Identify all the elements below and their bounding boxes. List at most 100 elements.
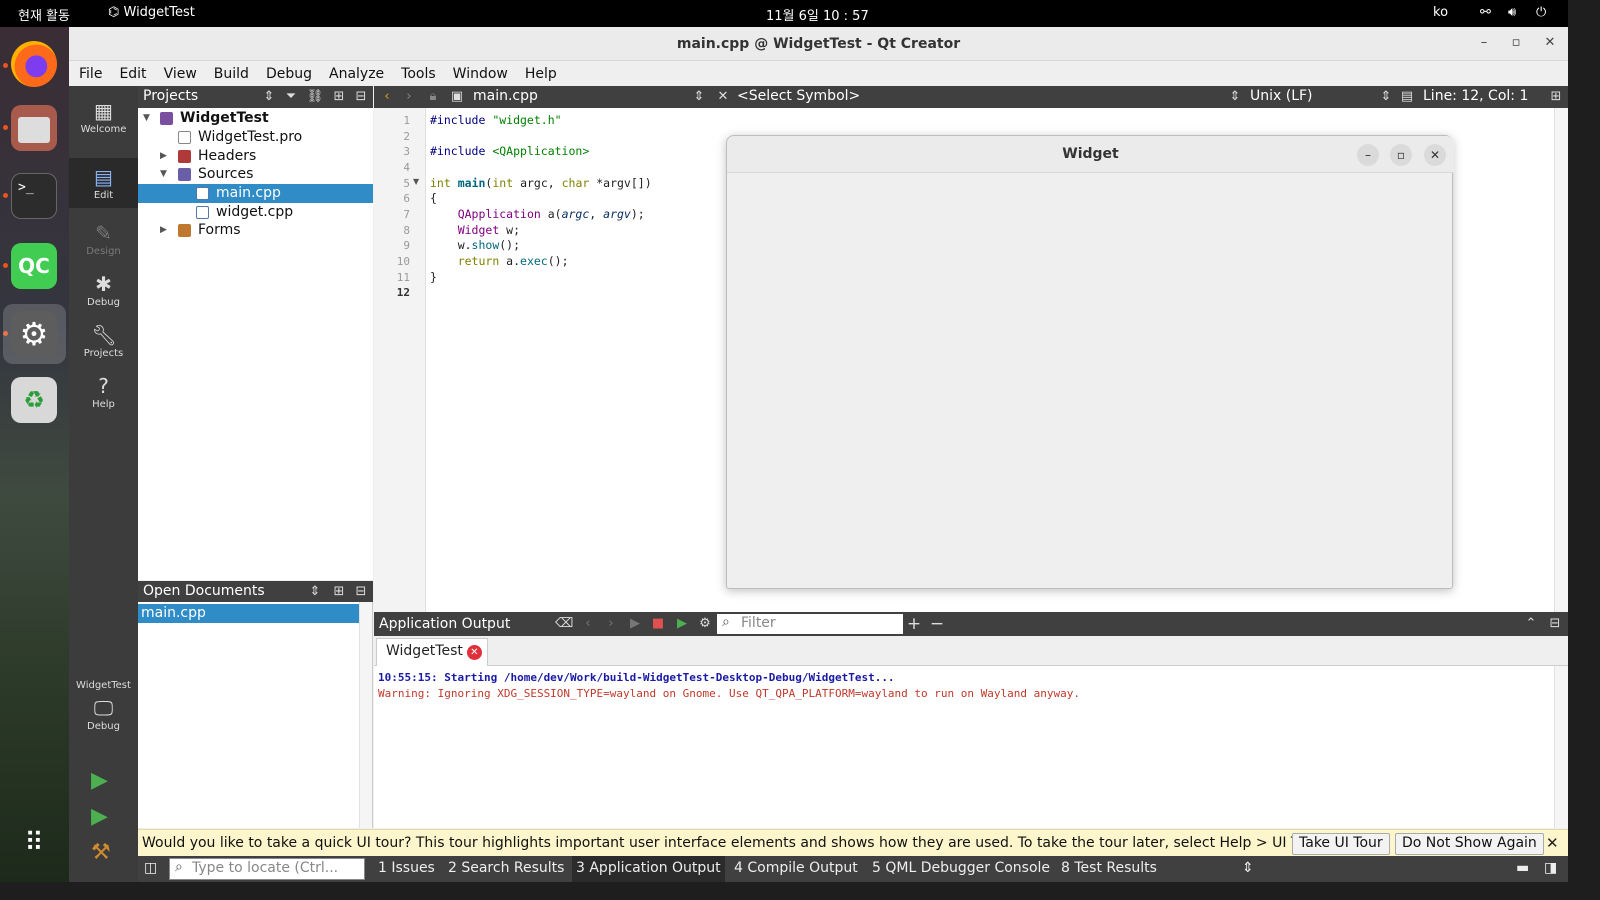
tree-item-sources[interactable]: ▼ Sources <box>138 165 373 184</box>
menu-help[interactable]: Help <box>515 62 564 82</box>
close-button[interactable]: ✕ <box>1541 35 1559 53</box>
toggle-right-sidebar-icon[interactable]: ◨ <box>1544 860 1557 876</box>
settings-icon[interactable]: ⚙ <box>696 615 714 633</box>
mode-welcome[interactable]: ▦ Welcome <box>69 92 138 142</box>
qt-creator-icon[interactable]: QC <box>11 243 57 289</box>
locator-input[interactable]: ⌕ Type to locate (Ctrl... <box>169 858 365 880</box>
restore-button[interactable]: ▫ <box>1507 35 1525 53</box>
tree-item-pro-file[interactable]: WidgetTest.pro <box>138 128 373 147</box>
split-editor-icon[interactable]: ⊞ <box>1547 88 1565 106</box>
menu-tools[interactable]: Tools <box>391 62 443 82</box>
editor-scrollbar[interactable] <box>1554 108 1568 613</box>
take-ui-tour-button[interactable]: Take UI Tour <box>1292 833 1390 855</box>
collapse-arrow-icon[interactable]: ▼ <box>160 165 170 184</box>
more-panes-icon[interactable]: ⇕ <box>1242 860 1254 876</box>
power-icon[interactable]: ⏻ <box>1536 5 1546 20</box>
zoom-in-icon[interactable]: + <box>905 615 923 633</box>
updown-icon[interactable]: ⇕ <box>1226 88 1244 106</box>
menu-edit[interactable]: Edit <box>109 62 153 82</box>
toggle-sidebar-icon[interactable]: ◫ <box>144 860 157 876</box>
show-apps-icon[interactable]: ⠿ <box>16 825 52 861</box>
output-text[interactable]: 10:55:15: Starting /home/dev/Work/build-… <box>374 666 1568 828</box>
symbol-selector[interactable]: <Select Symbol> <box>737 88 860 104</box>
mode-projects[interactable]: 🔧︎ Projects <box>69 316 138 366</box>
input-language[interactable]: ko <box>1433 5 1448 20</box>
maximize-pane-icon[interactable]: ⌃ <box>1522 615 1540 633</box>
tree-item-main-cpp[interactable]: main.cpp <box>138 184 373 203</box>
menu-debug[interactable]: Debug <box>256 62 319 82</box>
cursor-position[interactable]: Line: 12, Col: 1 <box>1423 88 1528 104</box>
updown-icon[interactable]: ⇕ <box>260 88 278 106</box>
mode-edit[interactable]: ▤ Edit <box>69 158 138 208</box>
files-icon[interactable] <box>11 105 57 151</box>
expand-arrow-icon[interactable]: ▶ <box>160 221 170 240</box>
volume-icon[interactable]: 🔊︎ <box>1508 5 1516 20</box>
document-selector[interactable]: main.cpp <box>473 88 538 104</box>
mode-help[interactable]: ? Help <box>69 367 138 417</box>
do-not-show-again-button[interactable]: Do Not Show Again <box>1395 833 1544 855</box>
close-document-icon[interactable]: ✕ <box>714 88 732 106</box>
close-tab-icon[interactable]: ✕ <box>466 645 482 660</box>
split-icon[interactable]: ⊞ <box>330 583 348 601</box>
settings-gear-icon[interactable]: ⚙ <box>11 311 57 357</box>
pane-issues[interactable]: 1 Issues <box>378 860 435 876</box>
tree-item-headers[interactable]: ▶ Headers <box>138 147 373 166</box>
open-documents-scrollbar[interactable] <box>359 602 372 828</box>
back-arrow-icon[interactable]: ‹ <box>378 88 396 106</box>
menu-view[interactable]: View <box>154 62 204 82</box>
pane-application-output[interactable]: 3 Application Output <box>572 856 725 882</box>
projects-pane-title[interactable]: Projects <box>143 88 198 104</box>
rerun-icon[interactable]: ▶ <box>626 615 644 633</box>
updown-icon[interactable]: ⇕ <box>1377 88 1395 106</box>
close-pane-icon[interactable]: ⊟ <box>352 583 370 601</box>
tree-item-forms[interactable]: ▶ Forms <box>138 221 373 240</box>
activities-button[interactable]: 현재 활동 <box>18 5 70 24</box>
menu-window[interactable]: Window <box>443 62 515 82</box>
prev-icon[interactable]: ‹ <box>579 615 597 633</box>
pane-qml-debugger[interactable]: 5 QML Debugger Console <box>872 860 1050 876</box>
next-icon[interactable]: › <box>602 615 620 633</box>
forward-arrow-icon[interactable]: › <box>400 88 418 106</box>
menu-build[interactable]: Build <box>204 62 256 82</box>
debug-run-icon[interactable]: ▶ <box>91 804 108 829</box>
fold-marker-icon[interactable]: ▼ <box>413 177 419 186</box>
network-icon[interactable]: ⚯ <box>1480 5 1491 20</box>
updown-icon[interactable]: ⇕ <box>690 88 708 106</box>
attach-debugger-icon[interactable]: ▶ <box>673 615 691 633</box>
firefox-icon[interactable] <box>11 41 57 87</box>
menu-file[interactable]: File <box>69 62 109 82</box>
expand-arrow-icon[interactable]: ▶ <box>160 147 170 166</box>
trash-icon[interactable]: ♻ <box>11 377 57 423</box>
widget-close-button[interactable]: ✕ <box>1424 144 1446 166</box>
widget-maximize-button[interactable]: ▫ <box>1390 144 1412 166</box>
pane-compile-output[interactable]: 4 Compile Output <box>734 860 858 876</box>
clear-output-icon[interactable]: ⌫ <box>555 615 573 633</box>
progress-details-icon[interactable]: ▬ <box>1516 860 1529 876</box>
output-filter-input[interactable]: ⌕ Filter <box>717 614 903 634</box>
kit-selector[interactable]: WidgetTest 🖵︎ Debug <box>69 678 138 748</box>
pane-test-results[interactable]: 8 Test Results <box>1061 860 1157 876</box>
stop-icon[interactable]: ■ <box>649 615 667 633</box>
widget-app-window[interactable]: Widget – ▫ ✕ <box>726 135 1454 589</box>
filter-icon[interactable]: ⏷ <box>282 88 300 106</box>
output-tab-widgettest[interactable]: WidgetTest ✕ <box>376 638 488 667</box>
tree-item-widget-cpp[interactable]: widget.cpp <box>138 203 373 222</box>
build-hammer-icon[interactable]: ⚒ <box>91 840 111 865</box>
menu-analyze[interactable]: Analyze <box>319 62 391 82</box>
output-scrollbar[interactable] <box>1554 666 1568 828</box>
tree-item-project[interactable]: ▼ WidgetTest <box>138 109 373 128</box>
app-menu[interactable]: ⌬ WidgetTest <box>108 5 195 20</box>
zoom-out-icon[interactable]: − <box>928 615 946 633</box>
open-document-item[interactable]: main.cpp <box>138 604 360 623</box>
clock[interactable]: 11월 6일 10 : 57 <box>766 5 869 24</box>
updown-icon[interactable]: ⇕ <box>306 583 324 601</box>
minimize-button[interactable]: – <box>1475 35 1493 53</box>
close-pane-icon[interactable]: ⊟ <box>352 88 370 106</box>
run-icon[interactable]: ▶ <box>91 768 108 793</box>
link-icon[interactable]: ⛓ <box>306 88 324 106</box>
collapse-arrow-icon[interactable]: ▼ <box>143 109 153 128</box>
pane-search-results[interactable]: 2 Search Results <box>448 860 564 876</box>
close-pane-icon[interactable]: ⊟ <box>1546 615 1564 633</box>
split-icon[interactable]: ⊞ <box>330 88 348 106</box>
mode-debug[interactable]: ✱ Debug <box>69 265 138 315</box>
